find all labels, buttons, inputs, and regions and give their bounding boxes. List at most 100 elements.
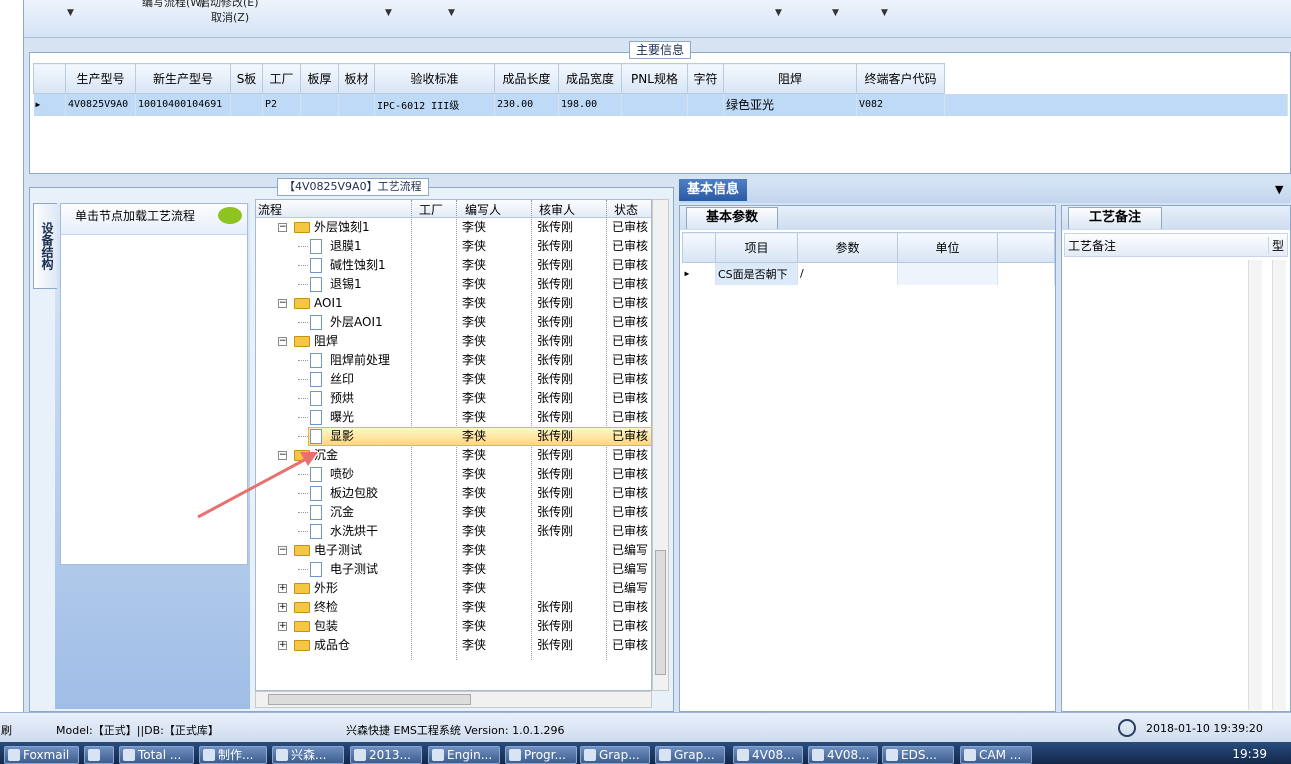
col-header[interactable]: 单位 bbox=[897, 232, 998, 263]
table-cell[interactable] bbox=[338, 93, 375, 116]
col-header[interactable]: 板厚 bbox=[300, 63, 339, 94]
scroll-thumb[interactable] bbox=[268, 694, 471, 705]
menu-write-flow[interactable]: 编写流程(W) bbox=[142, 0, 205, 10]
chevron-down-icon[interactable]: ▼ bbox=[448, 8, 455, 18]
taskbar-button[interactable]: 兴森... bbox=[272, 746, 344, 764]
tab-basic-info[interactable]: 基本信息 bbox=[679, 179, 747, 201]
table-cell[interactable]: V082 bbox=[856, 93, 945, 116]
taskbar-button[interactable]: Grap... bbox=[580, 746, 650, 764]
taskbar-button[interactable]: Progr... bbox=[505, 746, 577, 764]
tree-row[interactable]: 退锡1 李侠 张传刚 已审核 bbox=[256, 275, 651, 294]
col-header[interactable]: 项目 bbox=[715, 232, 798, 263]
col-header[interactable]: 阻焊 bbox=[723, 63, 857, 94]
scroll-thumb[interactable] bbox=[655, 550, 666, 675]
taskbar-button[interactable]: Engin... bbox=[428, 746, 500, 764]
table-cell[interactable]: 10010400104691 bbox=[135, 93, 231, 116]
table-cell[interactable] bbox=[621, 93, 688, 116]
chevron-down-icon[interactable]: ▼ bbox=[832, 8, 839, 18]
table-cell[interactable]: CS面是否朝下 bbox=[715, 262, 798, 285]
table-row[interactable]: ▶ CS面是否朝下 / bbox=[682, 262, 1055, 285]
col-header[interactable]: 终端客户代码 bbox=[856, 63, 945, 94]
remarks-scrollbar[interactable] bbox=[1272, 260, 1286, 710]
taskbar-button[interactable] bbox=[84, 746, 114, 764]
expand-icon[interactable]: + bbox=[278, 622, 287, 631]
tab-equipment-structure[interactable]: 设备结构 bbox=[33, 203, 57, 289]
tree-row[interactable]: + 外形 李侠 已编写 bbox=[256, 579, 651, 598]
chevron-down-icon[interactable]: ▼ bbox=[67, 8, 74, 18]
table-cell[interactable]: 4V0825V9A0 bbox=[65, 93, 136, 116]
collapse-icon[interactable]: − bbox=[278, 223, 287, 232]
tree-col-flow[interactable]: 流程 bbox=[258, 201, 282, 218]
tree-horizontal-scrollbar[interactable] bbox=[255, 691, 652, 708]
table-cell[interactable] bbox=[897, 262, 998, 285]
chevron-down-icon[interactable]: ▼ bbox=[1275, 183, 1283, 196]
tree-row[interactable]: 预烘 李侠 张传刚 已审核 bbox=[256, 389, 651, 408]
taskbar-button[interactable]: Foxmail bbox=[4, 746, 79, 764]
table-cell[interactable]: 198.00 bbox=[558, 93, 622, 116]
col-header[interactable]: 验收标准 bbox=[374, 63, 495, 94]
col-header[interactable]: 参数 bbox=[797, 232, 898, 263]
tree-row[interactable]: 退膜1 李侠 张传刚 已审核 bbox=[256, 237, 651, 256]
col-header[interactable]: 字符 bbox=[687, 63, 724, 94]
table-cell[interactable] bbox=[687, 93, 724, 116]
taskbar-button[interactable]: 2013... bbox=[350, 746, 422, 764]
remarks-col[interactable]: 工艺备注 bbox=[1068, 237, 1116, 254]
collapse-icon[interactable]: − bbox=[278, 337, 287, 346]
taskbar-button[interactable]: 制作... bbox=[199, 746, 267, 764]
tree-vertical-scrollbar[interactable] bbox=[652, 199, 669, 691]
table-cell[interactable]: 230.00 bbox=[494, 93, 559, 116]
tab-basic-params[interactable]: 基本参数 bbox=[686, 207, 778, 229]
taskbar-button[interactable]: Grap... bbox=[655, 746, 725, 764]
tree-row[interactable]: 电子测试 李侠 已编写 bbox=[256, 560, 651, 579]
collapse-icon[interactable]: − bbox=[278, 546, 287, 555]
table-cell[interactable]: / bbox=[797, 262, 898, 285]
table-row[interactable]: ▶ 4V0825V9A0 10010400104691 P2 IPC-6012 … bbox=[33, 93, 1288, 116]
collapse-icon[interactable]: − bbox=[278, 299, 287, 308]
tree-row[interactable]: 外层AOI1 李侠 张传刚 已审核 bbox=[256, 313, 651, 332]
taskbar-button[interactable]: 4V08... bbox=[733, 746, 803, 764]
col-header[interactable]: S板 bbox=[230, 63, 263, 94]
tree-row[interactable]: 阻焊前处理 李侠 张传刚 已审核 bbox=[256, 351, 651, 370]
tab-remarks[interactable]: 工艺备注 bbox=[1068, 207, 1162, 229]
taskbar-button[interactable]: Total ... bbox=[119, 746, 194, 764]
col-header[interactable]: 成品宽度 bbox=[558, 63, 622, 94]
table-cell[interactable]: P2 bbox=[262, 93, 301, 116]
expand-icon[interactable]: + bbox=[278, 584, 287, 593]
chevron-down-icon[interactable]: ▼ bbox=[385, 8, 392, 18]
expand-icon[interactable]: + bbox=[278, 603, 287, 612]
col-header[interactable]: 新生产型号 bbox=[135, 63, 231, 94]
expand-icon[interactable]: + bbox=[278, 641, 287, 650]
col-header[interactable]: 生产型号 bbox=[65, 63, 136, 94]
tree-row[interactable]: − 外层蚀刻1 李侠 张传刚 已审核 bbox=[256, 218, 651, 237]
table-cell[interactable]: IPC-6012 III级 bbox=[374, 93, 495, 116]
col-header[interactable]: 板材 bbox=[338, 63, 375, 94]
taskbar-button[interactable]: 4V08... bbox=[808, 746, 878, 764]
table-cell[interactable] bbox=[300, 93, 339, 116]
col-header[interactable]: PNL规格 bbox=[621, 63, 688, 94]
tree-row[interactable]: 碱性蚀刻1 李侠 张传刚 已审核 bbox=[256, 256, 651, 275]
taskbar-button[interactable]: EDS... bbox=[882, 746, 954, 764]
tree-row[interactable]: + 成品仓 李侠 张传刚 已审核 bbox=[256, 636, 651, 655]
col-header[interactable]: 成品长度 bbox=[494, 63, 559, 94]
tree-row[interactable]: + 包装 李侠 张传刚 已审核 bbox=[256, 617, 651, 636]
tree-row[interactable]: 曝光 李侠 张传刚 已审核 bbox=[256, 408, 651, 427]
speech-bubble-icon[interactable] bbox=[218, 207, 242, 224]
table-cell[interactable] bbox=[230, 93, 263, 116]
chevron-down-icon[interactable]: ▼ bbox=[775, 8, 782, 18]
remarks-col[interactable]: 型 bbox=[1268, 237, 1284, 254]
tree-row[interactable]: − 阻焊 李侠 张传刚 已审核 bbox=[256, 332, 651, 351]
taskbar-button[interactable]: CAM ... bbox=[960, 746, 1032, 764]
chevron-down-icon[interactable]: ▼ bbox=[881, 8, 888, 18]
tree-row[interactable]: − AOI1 李侠 张传刚 已审核 bbox=[256, 294, 651, 313]
tree-col-writer[interactable]: 编写人 bbox=[465, 201, 501, 218]
tree-row[interactable]: + 终检 李侠 张传刚 已审核 bbox=[256, 598, 651, 617]
table-cell[interactable]: 绿色亚光 bbox=[723, 93, 857, 116]
menu-cancel[interactable]: 取消(Z) bbox=[211, 9, 249, 25]
tree-col-auditor[interactable]: 核审人 bbox=[539, 201, 575, 218]
remarks-scrollbar[interactable] bbox=[1248, 260, 1262, 710]
col-header[interactable]: 工厂 bbox=[262, 63, 301, 94]
tree-col-state[interactable]: 状态 bbox=[614, 201, 638, 218]
tree-row[interactable]: − 电子测试 李侠 已编写 bbox=[256, 541, 651, 560]
tree-col-factory[interactable]: 工厂 bbox=[419, 201, 443, 218]
tree-row[interactable]: 丝印 李侠 张传刚 已审核 bbox=[256, 370, 651, 389]
